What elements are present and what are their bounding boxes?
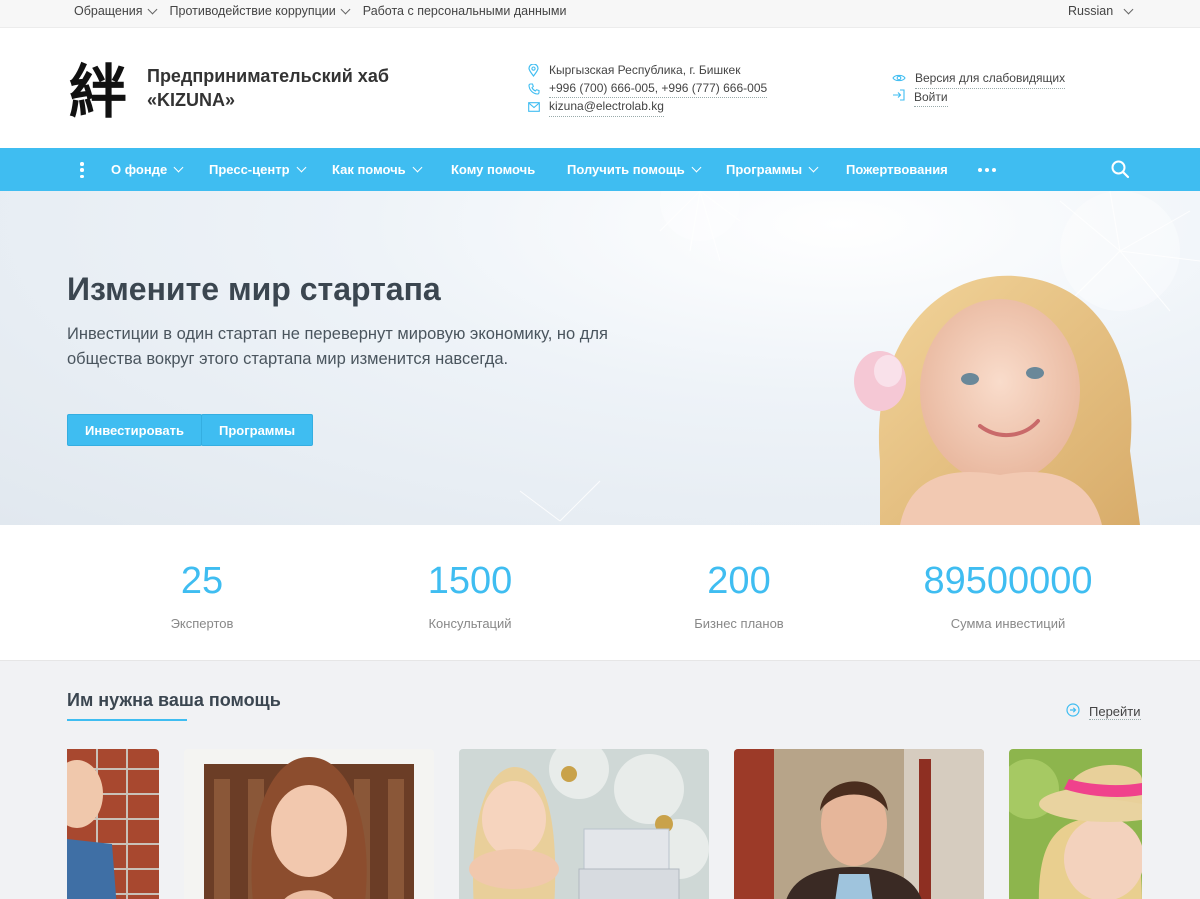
child-card[interactable] xyxy=(734,749,984,899)
phone-icon xyxy=(527,82,540,95)
nav-item-press[interactable]: Пресс-центр xyxy=(209,148,306,191)
language-selector[interactable]: Russian xyxy=(1068,0,1134,22)
invest-button[interactable]: Инвестировать xyxy=(67,414,202,446)
stat-experts: 25 Экспертов xyxy=(72,558,332,631)
phones-text: +996 (700) 666-005, +996 (777) 666-005 xyxy=(549,80,768,98)
top-link-appeals[interactable]: Обращения xyxy=(74,4,157,18)
accessibility-label: Версия для слабовидящих xyxy=(915,70,1066,89)
nav-item-whom-to-help[interactable]: Кому помочь xyxy=(451,148,535,191)
mail-icon xyxy=(527,101,540,114)
chevron-down-icon xyxy=(173,162,184,173)
stat-business-plans: 200 Бизнес планов xyxy=(609,558,869,631)
arrow-circle-right-icon xyxy=(1066,703,1080,720)
more-menu-icon[interactable] xyxy=(978,168,996,172)
nav-item-label: О фонде xyxy=(111,162,168,177)
nav-item-about[interactable]: О фонде xyxy=(111,148,184,191)
chevron-down-icon xyxy=(808,162,819,173)
login-label: Войти xyxy=(914,89,948,107)
stat-consultations: 1500 Консультаций xyxy=(340,558,600,631)
nav-item-label: Программы xyxy=(726,162,803,177)
chevron-down-icon xyxy=(1123,4,1134,14)
child-card[interactable] xyxy=(459,749,709,899)
nav-item-programs[interactable]: Программы xyxy=(726,148,819,191)
nav-item-label: Пресс-центр xyxy=(209,162,290,177)
goto-label: Перейти xyxy=(1089,703,1141,720)
stat-label: Сумма инвестиций xyxy=(950,616,1066,631)
access-block: Версия для слабовидящих Войти xyxy=(892,70,1066,107)
map-pin-icon xyxy=(527,64,540,78)
kebab-menu-icon[interactable] xyxy=(80,162,84,178)
stat-value: 89500000 xyxy=(923,560,1093,602)
top-link-personal-data[interactable]: Работа с персональными данными xyxy=(363,4,567,18)
top-links: Обращения Противодействие коррупции Рабо… xyxy=(74,0,566,22)
chevron-down-icon xyxy=(340,4,351,14)
child-photo xyxy=(184,749,434,899)
contact-address: Кыргызская Республика, г. Бишкек xyxy=(527,62,767,80)
nav-item-donations[interactable]: Пожертвования xyxy=(846,148,948,191)
contact-email[interactable]: kizuna@electrolab.kg xyxy=(527,98,767,117)
chevron-down-icon xyxy=(147,4,157,14)
hero-banner: Измените мир стартапа Инвестиции в один … xyxy=(0,191,1200,525)
hero-child-photo xyxy=(854,275,1140,525)
top-link-label: Работа с персональными данными xyxy=(362,4,567,18)
hero-title: Измените мир стартапа xyxy=(67,271,441,307)
eye-icon xyxy=(892,71,906,89)
top-link-label: Обращения xyxy=(74,4,143,18)
nav-item-get-help[interactable]: Получить помощь xyxy=(567,148,702,191)
stats-section: 25 Экспертов 1500 Консультаций 200 Бизне… xyxy=(0,525,1200,661)
child-photo xyxy=(734,749,984,899)
child-photo xyxy=(67,749,159,899)
top-utility-bar: Обращения Противодействие коррупции Рабо… xyxy=(0,0,1200,28)
contacts-block: Кыргызская Республика, г. Бишкек +996 (7… xyxy=(527,62,768,117)
child-card[interactable] xyxy=(184,749,434,899)
stat-label: Бизнес планов xyxy=(694,616,784,631)
email-text: kizuna@electrolab.kg xyxy=(549,98,664,117)
stat-investments: 89500000 Сумма инвестиций xyxy=(878,558,1138,631)
stat-label: Экспертов xyxy=(170,616,234,631)
top-link-label: Противодействие коррупции xyxy=(169,4,336,18)
svg-text:絆: 絆 xyxy=(69,58,127,120)
stat-label: Консультаций xyxy=(428,616,512,631)
goto-link[interactable]: Перейти xyxy=(1066,703,1141,720)
contact-phones[interactable]: +996 (700) 666-005, +996 (777) 666-005 xyxy=(527,80,768,98)
brand-title[interactable]: Предпринимательский хаб «KIZUNA» xyxy=(147,64,389,112)
brand-line-1: Предпринимательский хаб xyxy=(147,66,389,86)
child-photo xyxy=(459,749,709,899)
nav-item-how-to-help[interactable]: Как помочь xyxy=(332,148,423,191)
child-card-partial[interactable] xyxy=(67,749,159,899)
address-text: Кыргызская Республика, г. Бишкек xyxy=(549,63,741,77)
chevron-down-icon xyxy=(296,162,306,173)
chevron-down-icon xyxy=(691,162,702,173)
brand-line-2: «KIZUNA» xyxy=(147,90,236,110)
main-nav: О фонде Пресс-центр Как помочь Кому помо… xyxy=(0,148,1200,191)
stat-value: 1500 xyxy=(427,560,513,602)
stat-value: 200 xyxy=(707,560,771,602)
child-photo xyxy=(1009,749,1142,899)
hero-text: Инвестиции в один стартап не перевернут … xyxy=(67,325,608,368)
top-link-anticorruption[interactable]: Противодействие коррупции xyxy=(169,4,351,18)
kizuna-logo-icon: 絆 xyxy=(69,58,127,126)
sign-in-icon xyxy=(892,89,905,107)
programs-button[interactable]: Программы xyxy=(201,414,314,446)
nav-item-label: Как помочь xyxy=(332,162,406,177)
search-icon[interactable] xyxy=(1110,159,1130,179)
chevron-down-icon xyxy=(412,162,423,173)
language-label: Russian xyxy=(1068,4,1114,18)
nav-item-label: Получить помощь xyxy=(567,162,685,177)
section-underline xyxy=(67,719,187,721)
nav-item-label: Пожертвования xyxy=(846,162,948,177)
accessibility-link[interactable]: Версия для слабовидящих xyxy=(892,70,1066,89)
nav-item-label: Кому помочь xyxy=(451,162,536,177)
help-section-title: Им нужна ваша помощь xyxy=(67,690,281,710)
stat-value: 25 xyxy=(180,560,224,602)
login-link[interactable]: Войти xyxy=(892,89,1065,107)
logo[interactable]: 絆 xyxy=(68,58,128,126)
site-header: 絆 Предпринимательский хаб «KIZUNA» Кыргы… xyxy=(0,28,1200,148)
child-card-partial[interactable] xyxy=(1009,749,1142,899)
